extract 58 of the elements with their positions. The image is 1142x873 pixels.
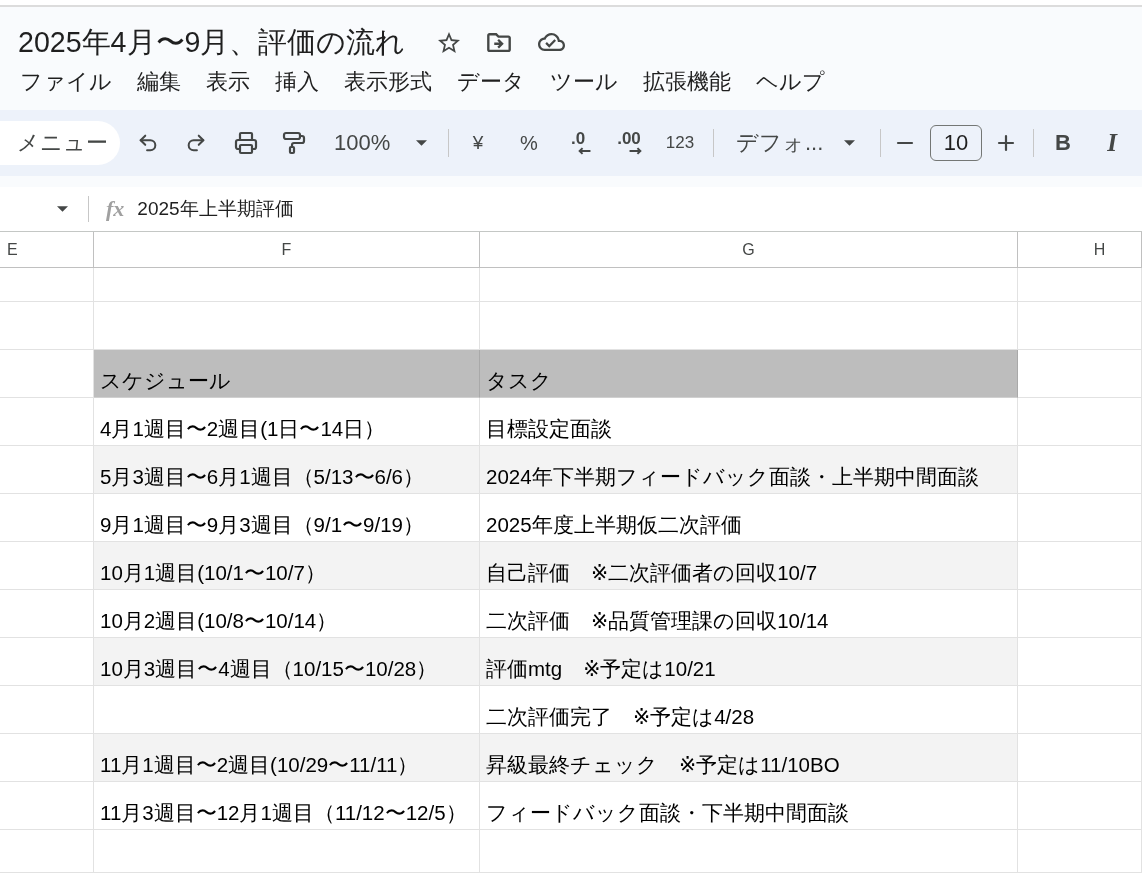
table-cell: 目標設定面談 [480, 398, 1018, 446]
font-size-field[interactable]: 10 [930, 125, 982, 161]
menu-item[interactable]: 編集 [137, 67, 181, 97]
redo-icon[interactable] [185, 132, 207, 154]
formula-field[interactable]: 2025年上半期評価 [137, 196, 1142, 222]
percent-button[interactable]: % [509, 123, 549, 163]
table-cell: 10月1週目(10/1〜10/7） [94, 542, 480, 590]
table-cell: 二次評価完了 ※予定は4/28 [480, 686, 1018, 734]
table-cell: 5月3週目〜6月1週目（5/13〜6/6） [94, 446, 480, 494]
table-cell: 評価mtg ※予定は10/21 [480, 638, 1018, 686]
menu-item[interactable]: 挿入 [275, 67, 319, 97]
column-header[interactable]: H [1018, 232, 1142, 267]
menu-item[interactable]: ファイル [20, 67, 112, 97]
number-format-button[interactable]: 123 [658, 123, 702, 163]
column-header[interactable]: G [480, 232, 1018, 267]
menu-item[interactable]: 拡張機能 [643, 67, 731, 97]
decrease-decimal-button[interactable]: .0 [556, 123, 600, 163]
table-cell: 10月2週目(10/8〜10/14） [94, 590, 480, 638]
cloud-check-icon[interactable] [538, 33, 566, 51]
document-title[interactable]: 2025年4月〜9月、評価の流れ [18, 24, 406, 60]
font-dropdown[interactable]: デフォ... [726, 123, 862, 163]
star-icon[interactable] [438, 31, 461, 53]
table-cell: 昇級最終チェック ※予定は11/10BO [480, 734, 1018, 782]
table-cell: フィードバック面談・下半期中間面談 [480, 782, 1018, 830]
caret-icon [844, 140, 855, 146]
table-cell: 4月1週目〜2週目(1日〜14日） [94, 398, 480, 446]
currency-button[interactable]: ¥ [458, 123, 498, 163]
table-cell: 9月1週目〜9月3週目（9/1〜9/19） [94, 494, 480, 542]
menu-item[interactable]: データ [457, 67, 525, 97]
header-cell: タスク [480, 350, 1018, 398]
table-cell: 10月3週目〜4週目（10/15〜10/28） [94, 638, 480, 686]
table-cell: 11月1週目〜2週目(10/29〜11/11） [94, 734, 480, 782]
left-arrow-icon [577, 147, 591, 155]
menu-item[interactable]: ツール [550, 67, 618, 97]
fx-label: fx [106, 196, 125, 222]
bold-button[interactable]: B [1043, 123, 1083, 163]
menu-item[interactable]: 表示 [206, 67, 250, 97]
zoom-dropdown[interactable]: 100% [324, 123, 434, 163]
column-header[interactable]: F [94, 232, 480, 267]
menu-item[interactable]: 表示形式 [344, 67, 432, 97]
increase-decimal-button[interactable]: .00 [605, 123, 653, 163]
table-cell: 二次評価 ※品質管理課の回収10/14 [480, 590, 1018, 638]
menu-button[interactable]: メニュー [0, 121, 120, 165]
caret-icon [416, 140, 427, 146]
right-arrow-icon [628, 147, 642, 155]
caret-icon[interactable] [57, 206, 68, 212]
table-cell: 2024年下半期フィードバック面談・上半期中間面談 [480, 446, 1018, 494]
menu-item[interactable]: ヘルプ [756, 67, 825, 97]
table-cell: 自己評価 ※二次評価者の回収10/7 [480, 542, 1018, 590]
header-cell: スケジュール [94, 350, 480, 398]
undo-icon[interactable] [137, 132, 159, 154]
column-header[interactable]: E [0, 232, 94, 267]
table-cell: 11月3週目〜12月1週目（11/12〜12/5） [94, 782, 480, 830]
italic-button[interactable]: I [1092, 123, 1132, 163]
folder-move-icon[interactable] [487, 32, 512, 52]
paint-roller-icon[interactable] [282, 131, 306, 155]
print-icon[interactable] [234, 131, 258, 155]
table-cell: 2025年度上半期仮二次評価 [480, 494, 1018, 542]
